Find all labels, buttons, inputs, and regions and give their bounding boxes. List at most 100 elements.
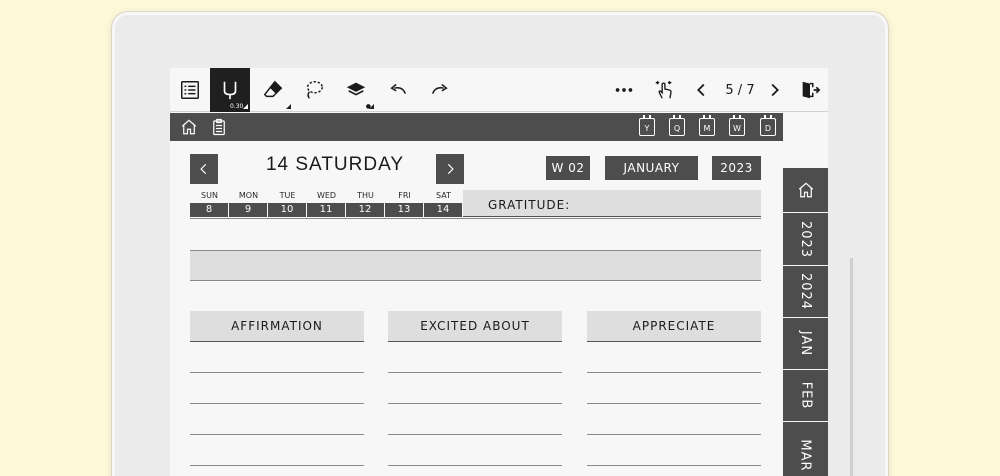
writing-line — [587, 434, 761, 435]
week-day-name: MON — [238, 191, 259, 200]
next-page-button[interactable] — [754, 68, 794, 112]
side-tab-label: FEB — [798, 381, 813, 410]
writing-line — [190, 403, 364, 404]
year-view-link[interactable]: Y — [639, 115, 655, 136]
planner-header-strip: Y Q M W D — [170, 113, 783, 141]
gratitude-writing-band[interactable] — [190, 250, 761, 281]
writing-line — [388, 434, 562, 435]
affirmation-header: AFFIRMATION — [190, 311, 364, 342]
dropdown-indicator — [243, 104, 248, 109]
pen-icon — [223, 81, 237, 100]
eraser-icon — [263, 80, 283, 98]
pen-tool-button[interactable]: 0.30 — [210, 68, 250, 112]
redo-button[interactable] — [420, 68, 460, 112]
chevron-right-icon — [771, 83, 779, 97]
dropdown-indicator — [369, 104, 374, 109]
dropdown-indicator — [286, 104, 291, 109]
home-icon — [798, 182, 813, 198]
prev-page-button[interactable] — [682, 68, 722, 112]
home-icon — [181, 119, 197, 135]
week-view-link[interactable]: W — [729, 115, 745, 136]
side-tab-feb[interactable]: FEB — [783, 370, 828, 422]
toolbar: 0.30 ● 5 / 7 — [170, 68, 828, 112]
more-button[interactable] — [604, 68, 644, 112]
week-day[interactable]: MON 9 — [229, 190, 268, 217]
side-tab-label: MAR — [798, 438, 813, 472]
day-title: 14 SATURDAY — [265, 154, 405, 175]
day-view-link[interactable]: D — [760, 115, 776, 136]
week-day-name: SUN — [201, 191, 218, 200]
week-day[interactable]: WED 11 — [307, 190, 346, 217]
week-day[interactable]: FRI 13 — [385, 190, 424, 217]
eraser-tool-button[interactable] — [253, 68, 293, 112]
week-number-button[interactable]: W 02 — [546, 156, 590, 180]
week-day[interactable]: SUN 8 — [190, 190, 229, 217]
lasso-icon — [306, 81, 323, 99]
year-button[interactable]: 2023 — [712, 156, 761, 180]
clipboard-icon — [213, 118, 225, 136]
week-day-number: 10 — [268, 203, 307, 217]
scrollbar[interactable] — [850, 258, 853, 476]
hand-pointer-icon — [655, 80, 672, 99]
week-day[interactable]: TUE 10 — [268, 190, 307, 217]
layers-button[interactable]: ● — [336, 68, 376, 112]
notes-link[interactable] — [210, 118, 228, 136]
next-day-button[interactable] — [436, 154, 464, 184]
writing-line — [190, 434, 364, 435]
excited-about-header: EXCITED ABOUT — [388, 311, 562, 342]
writing-line — [587, 465, 761, 466]
week-day-number: 11 — [307, 203, 346, 217]
screen: 0.30 ● 5 / 7 Y Q M W D 14 SATURDAY W 02 … — [170, 68, 828, 476]
undo-icon — [390, 83, 407, 94]
home-link[interactable] — [180, 118, 198, 136]
gratitude-field[interactable]: GRATITUDE: — [463, 190, 761, 217]
month-view-link[interactable]: M — [699, 115, 715, 136]
writing-line — [587, 372, 761, 373]
side-tab-label: 2023 — [798, 220, 813, 258]
week-day-number: 9 — [229, 203, 268, 217]
week-day-number: 12 — [346, 203, 385, 217]
chevron-right-icon — [447, 163, 454, 175]
week-day-name: WED — [316, 191, 337, 200]
toc-button[interactable] — [170, 68, 210, 112]
side-tab-2023[interactable]: 2023 — [783, 213, 828, 266]
writing-line — [388, 372, 562, 373]
week-day-number: 8 — [190, 203, 229, 217]
layers-icon — [346, 82, 366, 96]
appreciate-header: APPRECIATE — [587, 311, 761, 342]
week-day-number: 13 — [385, 203, 424, 217]
week-day[interactable]: SAT 14 — [424, 190, 463, 217]
exit-button[interactable] — [790, 68, 828, 112]
page-indicator[interactable]: 5 / 7 — [722, 68, 758, 112]
week-day-number: 14 — [424, 203, 463, 217]
writing-line — [388, 465, 562, 466]
gratitude-label: GRATITUDE: — [488, 198, 571, 212]
writing-line — [190, 218, 761, 219]
writing-line — [587, 403, 761, 404]
chevron-left-icon — [200, 163, 207, 175]
writing-line — [190, 372, 364, 373]
quarter-view-link[interactable]: Q — [669, 115, 685, 136]
list-icon — [181, 81, 199, 99]
month-button[interactable]: JANUARY — [605, 156, 698, 180]
side-tab-label: 2024 — [798, 272, 813, 311]
side-tab-mar[interactable]: MAR — [783, 422, 828, 476]
prev-day-button[interactable] — [190, 154, 218, 184]
writing-line — [190, 465, 364, 466]
week-day-name: FRI — [398, 191, 411, 200]
week-day-name: TUE — [279, 191, 296, 200]
week-strip: SUN 8 MON 9 TUE 10 WED 11 THU 12 FRI 13 … — [190, 190, 463, 217]
lasso-tool-button[interactable] — [294, 68, 334, 112]
week-day[interactable]: THU 12 — [346, 190, 385, 217]
touch-gesture-button[interactable] — [644, 68, 684, 112]
pen-size-label: 0.30 — [230, 103, 244, 110]
side-tab-home[interactable] — [783, 168, 828, 213]
writing-line — [388, 403, 562, 404]
side-tab-2024[interactable]: 2024 — [783, 266, 828, 318]
side-tabs: 2023 2024 JAN FEB MAR — [783, 168, 828, 476]
chevron-left-icon — [697, 83, 705, 97]
more-icon — [615, 88, 633, 92]
side-tab-jan[interactable]: JAN — [783, 318, 828, 370]
undo-button[interactable] — [378, 68, 418, 112]
side-tab-label: JAN — [797, 330, 813, 357]
